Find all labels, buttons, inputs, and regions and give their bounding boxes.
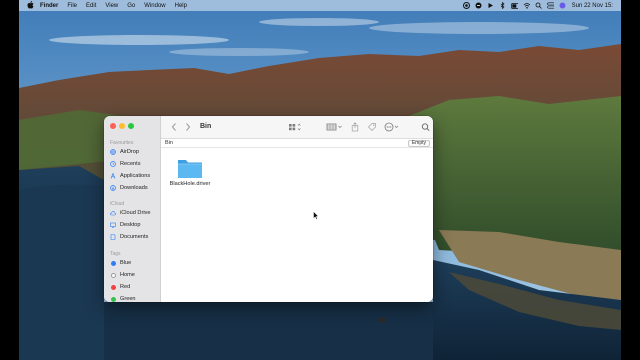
sidebar-item-desktop[interactable]: Desktop	[110, 222, 141, 228]
sidebar-item-label: Green	[120, 296, 136, 302]
search-icon[interactable]	[535, 2, 542, 9]
desktop-icon	[110, 222, 116, 228]
apple-logo-icon[interactable]	[26, 0, 34, 11]
path-bar: Bin Empty	[161, 139, 433, 148]
menu-help[interactable]: Help	[175, 3, 187, 9]
group-icon[interactable]	[326, 122, 344, 135]
sidebar-item-label: Applications	[120, 173, 151, 179]
path-crumb[interactable]: Bin	[165, 140, 173, 146]
airdrop-icon	[110, 149, 116, 155]
window-title: Bin	[200, 123, 212, 130]
document-icon	[110, 234, 116, 240]
menu-view[interactable]: View	[105, 3, 118, 9]
sidebar-item-documents[interactable]: Documents	[110, 234, 148, 240]
toolbar: Bin	[161, 116, 433, 139]
play-icon[interactable]	[487, 2, 494, 9]
sidebar-heading-tags: Tags	[110, 251, 121, 257]
sidebar-item-label: iCloud Drive	[120, 210, 151, 216]
finder-window: Favourites AirDrop Recents Applications	[104, 116, 433, 302]
zoom-button[interactable]	[128, 123, 134, 129]
sidebar-item-icloud-drive[interactable]: iCloud Drive	[110, 210, 150, 216]
download-icon	[110, 185, 116, 191]
sidebar-item-applications[interactable]: Applications	[110, 173, 150, 179]
sidebar-tag-green[interactable]: Green	[110, 296, 136, 302]
sidebar-item-label: Recents	[120, 161, 141, 167]
minimize-button[interactable]	[119, 123, 125, 129]
file-name: BlackHole.driver	[169, 181, 211, 187]
sidebar-tag-home[interactable]: Home	[110, 272, 135, 278]
file-item[interactable]: BlackHole.driver	[169, 156, 211, 187]
clock-icon	[110, 161, 116, 167]
sidebar: Favourites AirDrop Recents Applications	[104, 116, 161, 302]
tag-dot-icon	[110, 284, 116, 290]
sidebar-item-label: Downloads	[120, 185, 148, 191]
menu-window[interactable]: Window	[144, 3, 165, 9]
folder-icon	[178, 160, 202, 178]
status-area: Sun 22 Nov 15:	[458, 2, 613, 9]
menu-go[interactable]: Go	[127, 3, 135, 9]
sidebar-heading-icloud: iCloud	[110, 201, 125, 207]
share-icon[interactable]	[351, 122, 359, 135]
sidebar-item-label: AirDrop	[120, 149, 139, 155]
more-actions-icon[interactable]	[384, 122, 400, 135]
siri-icon[interactable]	[559, 2, 566, 9]
empty-bin-button[interactable]: Empty	[407, 140, 430, 147]
mouse-pointer-icon	[313, 211, 319, 220]
sidebar-tag-blue[interactable]: Blue	[110, 260, 131, 266]
menu-clock[interactable]: Sun 22 Nov 15:	[572, 3, 613, 9]
search-icon[interactable]	[421, 122, 430, 135]
menu-file[interactable]: File	[67, 3, 77, 9]
sidebar-tag-red[interactable]: Red	[110, 284, 130, 290]
tag-dot-icon	[110, 260, 116, 266]
sidebar-item-label: Home	[120, 272, 135, 278]
sidebar-item-label: Desktop	[120, 222, 141, 228]
desktop: Finder File Edit View Go Window Help Sun…	[19, 0, 621, 360]
close-button[interactable]	[110, 123, 116, 129]
menu-edit[interactable]: Edit	[86, 3, 96, 9]
sidebar-item-label: Red	[120, 284, 131, 290]
icon-view-icon[interactable]	[288, 122, 302, 135]
menu-app-finder[interactable]: Finder	[40, 3, 58, 9]
bluetooth-icon[interactable]	[499, 2, 506, 9]
sidebar-item-recents[interactable]: Recents	[110, 161, 141, 167]
tag-dot-icon	[110, 296, 116, 302]
back-chevron-icon[interactable]	[171, 122, 177, 135]
tag-icon[interactable]	[367, 122, 377, 135]
sidebar-item-label: Documents	[120, 234, 149, 240]
sidebar-heading-favourites: Favourites	[110, 140, 134, 146]
forward-chevron-icon[interactable]	[185, 122, 191, 135]
cloud-icon	[110, 210, 116, 216]
record-icon[interactable]	[462, 2, 470, 9]
file-area[interactable]: BlackHole.driver	[161, 148, 433, 302]
control-center-icon[interactable]	[546, 2, 554, 9]
battery-icon[interactable]	[510, 2, 518, 9]
tag-dot-icon	[110, 272, 116, 278]
window-controls	[110, 123, 137, 129]
wifi-icon[interactable]	[523, 2, 530, 9]
sidebar-item-downloads[interactable]: Downloads	[110, 185, 148, 191]
applications-icon	[110, 173, 116, 179]
menu-bar: Finder File Edit View Go Window Help Sun…	[19, 0, 621, 11]
sidebar-item-label: Blue	[120, 260, 132, 266]
sidebar-item-airdrop[interactable]: AirDrop	[110, 149, 139, 155]
sync-icon[interactable]	[475, 2, 482, 9]
